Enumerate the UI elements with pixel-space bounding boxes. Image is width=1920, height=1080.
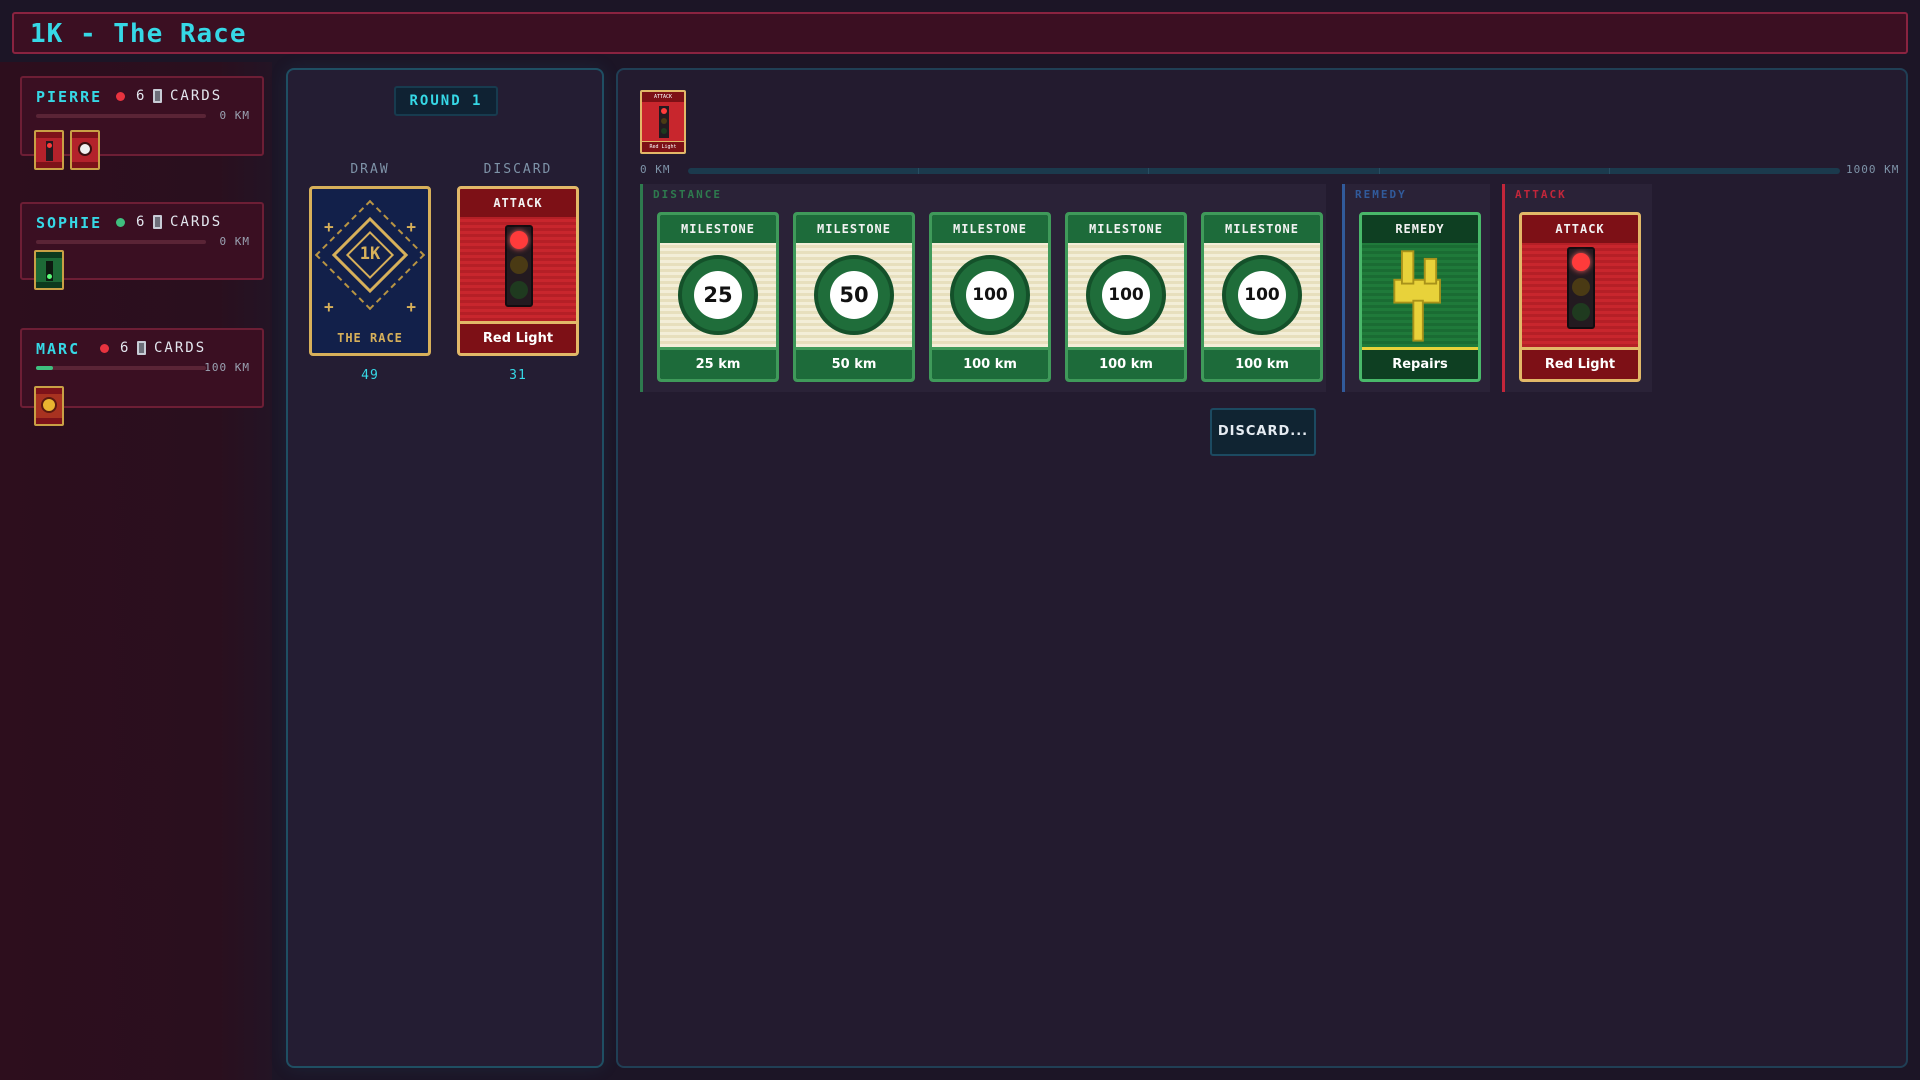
hand-card-milestone-100[interactable]: MILESTONE 100 100 km bbox=[1065, 212, 1187, 382]
card-type: REMEDY bbox=[1362, 215, 1478, 243]
milestone-sign-icon: 100 bbox=[1086, 255, 1166, 335]
battle-card-green-light bbox=[34, 250, 64, 290]
card-name: 100 km bbox=[932, 347, 1048, 379]
round-badge: ROUND 1 bbox=[394, 86, 498, 116]
player-panel-marc[interactable]: MARC 6 CARDS 100 KM bbox=[20, 328, 264, 426]
card-name: 50 km bbox=[796, 347, 912, 379]
remedy-group: REMEDY REMEDY Repairs bbox=[1342, 184, 1490, 392]
attack-group: ATTACK ATTACK Red Light bbox=[1502, 184, 1652, 392]
player-board: ATTACK Red Light 0 KM 1000 KM DISTANCE M… bbox=[616, 68, 1908, 1068]
group-label: DISTANCE bbox=[653, 188, 722, 201]
card-name: 100 km bbox=[1204, 347, 1320, 379]
km-start-label: 0 KM bbox=[640, 163, 671, 176]
player-panel-sophie[interactable]: SOPHIE 6 CARDS 0 KM bbox=[20, 202, 264, 290]
card-name: Red Light bbox=[460, 321, 576, 353]
player-panel-pierre[interactable]: PIERRE 6 CARDS 0 KM bbox=[20, 76, 264, 170]
km-label: 0 KM bbox=[219, 235, 250, 248]
player-name: SOPHIE bbox=[36, 214, 103, 232]
plus-icon: + bbox=[324, 217, 334, 236]
hand-card-milestone-100[interactable]: MILESTONE 100 100 km bbox=[1201, 212, 1323, 382]
draw-label: DRAW bbox=[350, 162, 390, 177]
status-dot-icon bbox=[116, 92, 125, 101]
card-count: 6 bbox=[136, 88, 145, 104]
card-type: MILESTONE bbox=[932, 215, 1048, 243]
card-count: 6 bbox=[120, 340, 129, 356]
status-dot-icon bbox=[100, 344, 109, 353]
card-type: MILESTONE bbox=[796, 215, 912, 243]
card-stack-icon bbox=[153, 89, 162, 103]
traffic-light-icon bbox=[1567, 247, 1595, 329]
card-type: MILESTONE bbox=[1068, 215, 1184, 243]
discard-label: DISCARD bbox=[483, 162, 553, 177]
card-count: 6 bbox=[136, 214, 145, 230]
km-end-label: 1000 KM bbox=[1846, 163, 1900, 176]
player-name: PIERRE bbox=[36, 88, 103, 106]
milestone-value: 100 bbox=[1102, 271, 1150, 319]
km-progress-track bbox=[36, 240, 206, 244]
km-label: 100 KM bbox=[204, 361, 250, 374]
traffic-light-icon bbox=[505, 225, 533, 307]
draw-count: 49 bbox=[361, 368, 379, 383]
group-label: REMEDY bbox=[1355, 188, 1407, 201]
hand-card-milestone-50[interactable]: MILESTONE 50 50 km bbox=[793, 212, 915, 382]
cards-label: CARDS bbox=[154, 340, 207, 356]
cards-label: CARDS bbox=[170, 214, 223, 230]
milestone-sign-icon: 25 bbox=[678, 255, 758, 335]
km-progress-fill bbox=[36, 366, 53, 370]
distance-group: DISTANCE MILESTONE 25 25 km MILESTONE 50… bbox=[640, 184, 1326, 392]
traffic-light-icon bbox=[659, 106, 669, 138]
status-dot-icon bbox=[116, 218, 125, 227]
card-name: Repairs bbox=[1362, 347, 1478, 379]
card-type: ATTACK bbox=[460, 189, 576, 217]
players-sidebar: PIERRE 6 CARDS 0 KM SOPHIE 6 CARDS 0 KM bbox=[0, 62, 272, 1080]
deck-panel: ROUND 1 DRAW DISCARD + + + + 1K THE RACE… bbox=[286, 68, 604, 1068]
battle-card-accident bbox=[34, 386, 64, 426]
battle-pile[interactable]: ATTACK Red Light bbox=[640, 90, 686, 154]
card-name: 25 km bbox=[660, 347, 776, 379]
card-type: MILESTONE bbox=[660, 215, 776, 243]
hand-card-milestone-25[interactable]: MILESTONE 25 25 km bbox=[657, 212, 779, 382]
card-type: ATTACK bbox=[1522, 215, 1638, 243]
card-name: 100 km bbox=[1068, 347, 1184, 379]
km-progress-track bbox=[36, 114, 206, 118]
group-label: ATTACK bbox=[1515, 188, 1567, 201]
app-title: 1K - The Race bbox=[30, 19, 247, 49]
milestone-value: 100 bbox=[966, 271, 1014, 319]
milestone-sign-icon: 100 bbox=[1222, 255, 1302, 335]
plus-icon: + bbox=[406, 297, 416, 316]
draw-pile[interactable]: + + + + 1K THE RACE bbox=[309, 186, 431, 356]
discard-pile[interactable]: ATTACK Red Light bbox=[457, 186, 579, 356]
card-name: Red Light bbox=[1522, 347, 1638, 379]
cards-label: CARDS bbox=[170, 88, 223, 104]
card-stack-icon bbox=[137, 341, 146, 355]
title-bar: 1K - The Race bbox=[12, 12, 1908, 54]
milestone-value: 50 bbox=[830, 271, 878, 319]
km-label: 0 KM bbox=[219, 109, 250, 122]
discard-button[interactable]: DISCARD... bbox=[1210, 408, 1316, 456]
plus-icon: + bbox=[406, 217, 416, 236]
discard-count: 31 bbox=[509, 368, 527, 383]
hand-card-milestone-100[interactable]: MILESTONE 100 100 km bbox=[929, 212, 1051, 382]
battle-card-type: ATTACK bbox=[642, 92, 684, 102]
milestone-value: 25 bbox=[694, 271, 742, 319]
card-type: MILESTONE bbox=[1204, 215, 1320, 243]
battle-card-name: Red Light bbox=[642, 141, 684, 152]
wrench-icon bbox=[1393, 250, 1441, 342]
milestone-sign-icon: 100 bbox=[950, 255, 1030, 335]
battle-card-red-light bbox=[34, 130, 64, 170]
player-name: MARC bbox=[36, 340, 81, 358]
battle-card-flat-tire bbox=[70, 130, 100, 170]
hand-card-red-light[interactable]: ATTACK Red Light bbox=[1519, 212, 1641, 382]
card-stack-icon bbox=[153, 215, 162, 229]
km-progress-track bbox=[688, 168, 1840, 174]
km-progress-track bbox=[36, 366, 206, 370]
hand-card-repairs[interactable]: REMEDY Repairs bbox=[1359, 212, 1481, 382]
deck-name: THE RACE bbox=[337, 331, 403, 345]
plus-icon: + bbox=[324, 297, 334, 316]
milestone-sign-icon: 50 bbox=[814, 255, 894, 335]
deck-logo: 1K bbox=[359, 244, 381, 264]
milestone-value: 100 bbox=[1238, 271, 1286, 319]
